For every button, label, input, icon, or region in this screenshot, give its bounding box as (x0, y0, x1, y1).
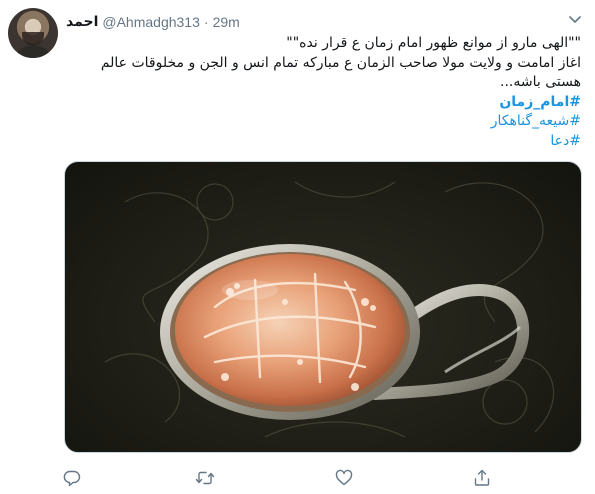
author-handle[interactable]: @Ahmadgh313 (102, 14, 200, 30)
share-button[interactable] (472, 468, 492, 488)
retweet-button[interactable] (195, 468, 215, 488)
hashtag-link[interactable]: #شیعه_گناهکار (66, 112, 581, 132)
tweet-text-line: اغاز امامت و ولایت مولا صاحب الزمان ع مب… (100, 54, 581, 71)
heart-icon (335, 469, 353, 486)
hashtag-link[interactable]: #دعا (66, 132, 581, 152)
reply-button[interactable] (62, 468, 82, 488)
author-name[interactable]: احمد (66, 14, 98, 30)
avatar[interactable] (8, 8, 58, 58)
more-options-button[interactable] (567, 12, 583, 28)
ring-image (104, 181, 555, 438)
agate-stone (175, 254, 405, 406)
retweet-icon (195, 471, 215, 485)
timestamp[interactable]: 29m (213, 14, 240, 30)
tweet-text-line: هستی باشه... (500, 74, 581, 90)
tweet-text-line: ""الهی مارو از موانع ظهور امام زمان ع قر… (286, 35, 581, 51)
tweet-actions (62, 468, 532, 488)
tweet-header: احمد @Ahmadgh313 · 29m (66, 12, 240, 32)
hashtag-link[interactable]: #امام_زمان (66, 93, 581, 113)
tweet-image[interactable] (64, 161, 582, 453)
chevron-down-icon (569, 16, 581, 23)
tweet[interactable]: احمد @Ahmadgh313 · 29m ""الهی مارو از مو… (0, 0, 595, 494)
like-button[interactable] (334, 468, 354, 488)
tweet-text: ""الهی مارو از موانع ظهور امام زمان ع قر… (66, 34, 581, 151)
avatar-beard (22, 32, 44, 46)
separator: · (203, 14, 209, 30)
reply-icon (63, 470, 81, 487)
share-icon (474, 469, 490, 486)
avatar-shirt (14, 46, 52, 58)
